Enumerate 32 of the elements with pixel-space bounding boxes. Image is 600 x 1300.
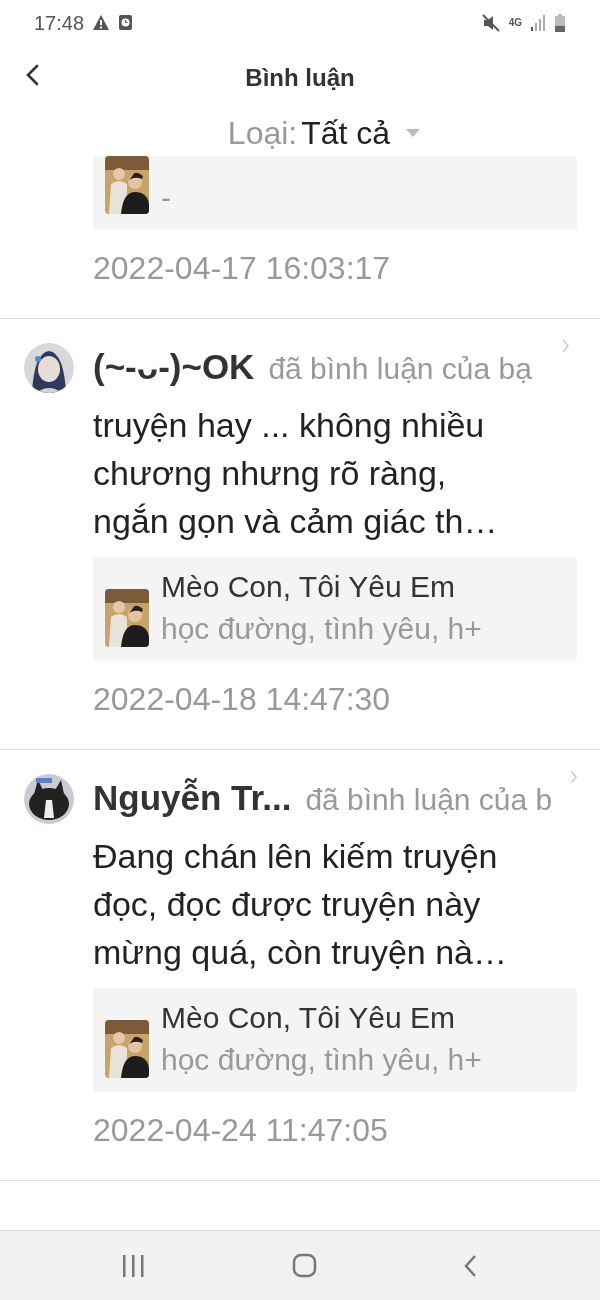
story-card[interactable]: Mèo Con, Tôi Yêu Em học đường, tình yêu, h+ (93, 557, 577, 661)
comment-date: 2022-04-24 11:47:05 (93, 1111, 389, 1150)
story-title: Mèo Con, Tôi Yêu Em (161, 1001, 456, 1034)
action-text: đã bình luận của b (305, 782, 553, 818)
battery-icon (554, 13, 566, 32)
user-name[interactable]: (~-ᴗ-)~OK (93, 341, 255, 393)
network-label: 4G (508, 16, 522, 30)
back-icon (24, 63, 40, 87)
mute-icon (480, 12, 501, 33)
back-nav-icon[interactable] (464, 1253, 479, 1278)
page-title: Bình luận (245, 62, 355, 93)
home-icon[interactable] (292, 1253, 317, 1278)
status-time: 17:48 (34, 10, 85, 36)
chevron-icon (562, 339, 570, 353)
story-tags: học đường, tình yêu, h+ (161, 607, 482, 651)
comment-date: 2022-04-18 14:47:30 (93, 680, 392, 719)
warning-icon (92, 14, 111, 31)
signal-icon (530, 13, 546, 32)
story-title: Mèo Con, Tôi Yêu Em (161, 570, 456, 603)
comment-date: 2022-04-17 16:03:17 (93, 249, 392, 288)
action-text: đã bình luận của bạ (268, 351, 532, 387)
recent-apps-icon[interactable] (121, 1252, 145, 1279)
filter-label: Loại: (227, 114, 298, 153)
clock-icon (118, 14, 134, 31)
filter-dropdown[interactable]: Tất cả (301, 110, 391, 156)
story-tags: - (161, 176, 171, 220)
story-tags: học đường, tình yêu, h+ (161, 1038, 482, 1082)
user-name[interactable]: Nguyễn Tr... (93, 772, 292, 824)
comment-text: Đang chán lên kiếm truyện đọc, đọc được truyện này mừng quá, còn truyện nà… (93, 836, 508, 973)
chevron-icon (570, 770, 578, 784)
story-card[interactable]: Mèo Con, Tôi Yêu Em học đường, tình yêu, h+ (93, 988, 577, 1092)
comment-text: truyện hay ... không nhiều chương nhưng rõ ràng, ngắn gọn và cảm giác th… (93, 405, 499, 542)
